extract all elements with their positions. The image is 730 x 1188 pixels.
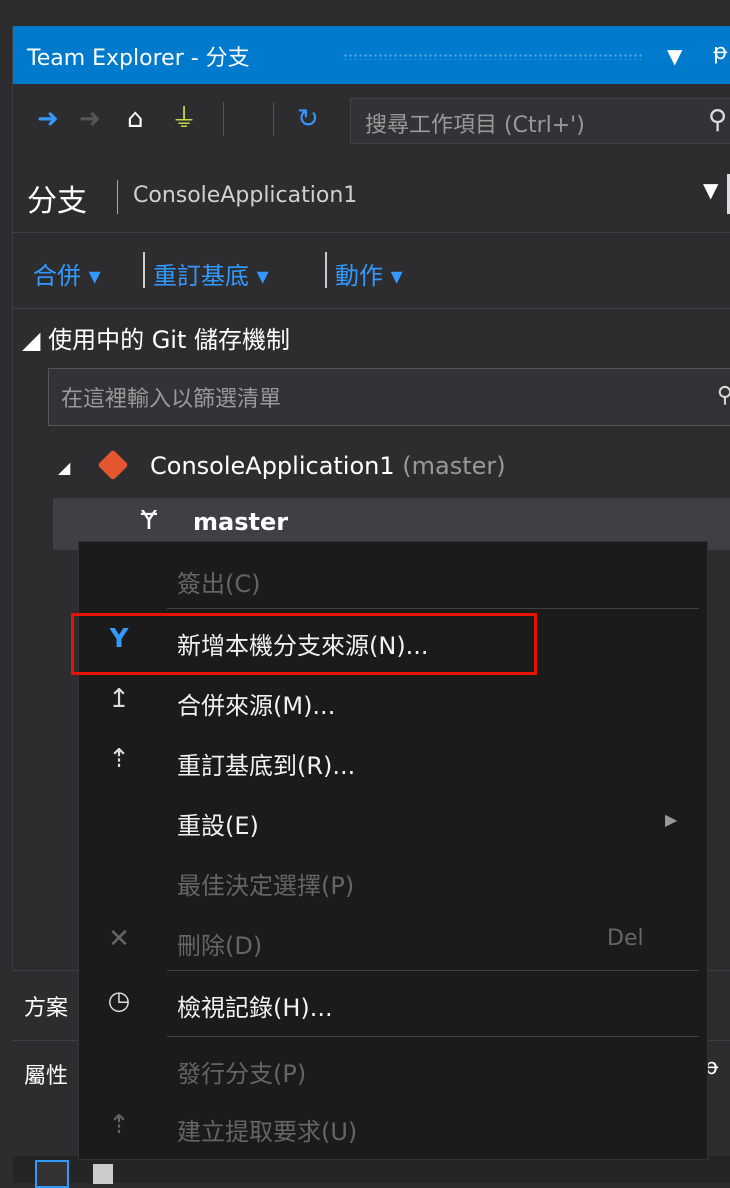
history-icon: ◷ [107, 986, 131, 1016]
branch-icon: Ɏ [141, 506, 157, 536]
git-repo-icon [97, 449, 129, 481]
menu-item-delete[interactable]: ✕ 刪除(D) Del [79, 912, 707, 970]
alphabetical-icon[interactable] [93, 1164, 113, 1184]
pin-icon[interactable]: ᵽ [713, 40, 728, 65]
menu-label: 重設(E) [177, 812, 259, 840]
menu-separator [167, 1036, 699, 1037]
filter-placeholder: 在這裡輸入以篩選清單 [61, 387, 282, 412]
menu-label: 簽出(C) [177, 570, 261, 598]
merge-link[interactable]: 合併 ▾ [33, 256, 101, 291]
action-bar: 合併 ▾ 重訂基底 ▾ 動作 ▾ [13, 232, 730, 309]
menu-separator [167, 970, 699, 971]
branch-name: master [193, 508, 289, 536]
repo-tree-item[interactable]: ◢ ConsoleApplication1 (master) [58, 449, 506, 481]
filter-search-icon[interactable]: ⚲ [717, 383, 730, 408]
tool-window-titlebar[interactable]: Team Explorer - 分支 ▼ ᵽ [13, 26, 730, 84]
menu-separator [167, 608, 699, 609]
repo-name: ConsoleApplication1 [150, 452, 395, 480]
menu-label: 最佳決定選擇(P) [177, 872, 355, 900]
solution-explorer-tab[interactable]: 方案 [24, 990, 68, 1022]
menu-item-create-pull-request[interactable]: ⇡ 建立提取要求(U) [79, 1098, 707, 1156]
rebase-link[interactable]: 重訂基底 ▾ [153, 256, 269, 291]
refresh-icon[interactable]: ↻ [297, 104, 319, 134]
menu-item-cherry-pick[interactable]: 最佳決定選擇(P) [79, 852, 707, 910]
window-menu-dropdown[interactable]: ▼ [667, 44, 682, 68]
home-icon[interactable]: ⌂ [127, 104, 144, 134]
menu-item-reset[interactable]: 重設(E) ▶ [79, 792, 707, 850]
menu-label: 建立提取要求(U) [177, 1118, 358, 1146]
rebase-icon: ⇡ [108, 744, 130, 774]
branch-filter-input[interactable]: 在這裡輸入以篩選清單 ⚲ [48, 368, 730, 426]
action-separator [325, 252, 327, 288]
pull-request-icon: ⇡ [108, 1110, 130, 1140]
connect-icon[interactable]: ⏚ [171, 104, 197, 134]
repo-branch: (master) [402, 452, 506, 480]
menu-label: 合併來源(M)... [177, 692, 336, 720]
menu-shortcut: Del [607, 926, 644, 951]
search-icon[interactable]: ⚲ [708, 105, 727, 135]
forward-icon[interactable]: ➜ [79, 104, 101, 134]
menu-item-merge-from[interactable]: ↥ 合併來源(M)... [79, 672, 707, 730]
back-icon[interactable]: ➜ [37, 104, 59, 134]
search-work-items-input[interactable]: 搜尋工作項目 (Ctrl+') ⚲ [350, 98, 730, 144]
menu-item-checkout[interactable]: 簽出(C) [79, 550, 707, 608]
title-divider [117, 180, 118, 214]
menu-label: 重訂基底到(R)... [177, 752, 356, 780]
expand-triangle-icon[interactable]: ◢ [58, 458, 70, 477]
toolbar-separator [273, 102, 274, 136]
page-header: 分支 ConsoleApplication1 ▼ [13, 156, 730, 233]
menu-item-rebase-onto[interactable]: ⇡ 重訂基底到(R)... [79, 732, 707, 790]
delete-icon: ✕ [108, 924, 130, 954]
top-strip [0, 0, 730, 26]
properties-panel-title[interactable]: 屬性 [24, 1058, 68, 1090]
project-name: ConsoleApplication1 [133, 183, 358, 208]
menu-label: 刪除(D) [177, 932, 263, 960]
properties-toolbar [13, 1156, 730, 1188]
menu-label: 檢視記錄(H)... [177, 994, 333, 1022]
highlight-annotation-box [71, 613, 537, 675]
merge-icon: ↥ [108, 684, 130, 714]
menu-item-publish-branch[interactable]: 發行分支(P) [79, 1040, 707, 1098]
action-separator [143, 252, 145, 288]
titlebar-grip[interactable] [343, 53, 643, 60]
menu-item-view-history[interactable]: ◷ 檢視記錄(H)... [79, 974, 707, 1032]
window-title: Team Explorer - 分支 [27, 46, 250, 71]
actions-link[interactable]: 動作 ▾ [335, 256, 403, 291]
menu-label: 發行分支(P) [177, 1060, 307, 1088]
toolbar-separator [223, 102, 224, 136]
page-dropdown-icon[interactable]: ▼ [703, 178, 718, 202]
toolbar: ➜ ➜ ⌂ ⏚ ↻ 搜尋工作項目 (Ctrl+') ⚲ [13, 84, 730, 156]
search-placeholder: 搜尋工作項目 (Ctrl+') [365, 113, 585, 138]
page-title[interactable]: 分支 [27, 176, 87, 220]
active-git-repos-header[interactable]: ◢ 使用中的 Git 儲存機制 [22, 320, 290, 355]
submenu-arrow-icon: ▶ [665, 810, 678, 829]
categorized-icon[interactable] [35, 1160, 69, 1188]
